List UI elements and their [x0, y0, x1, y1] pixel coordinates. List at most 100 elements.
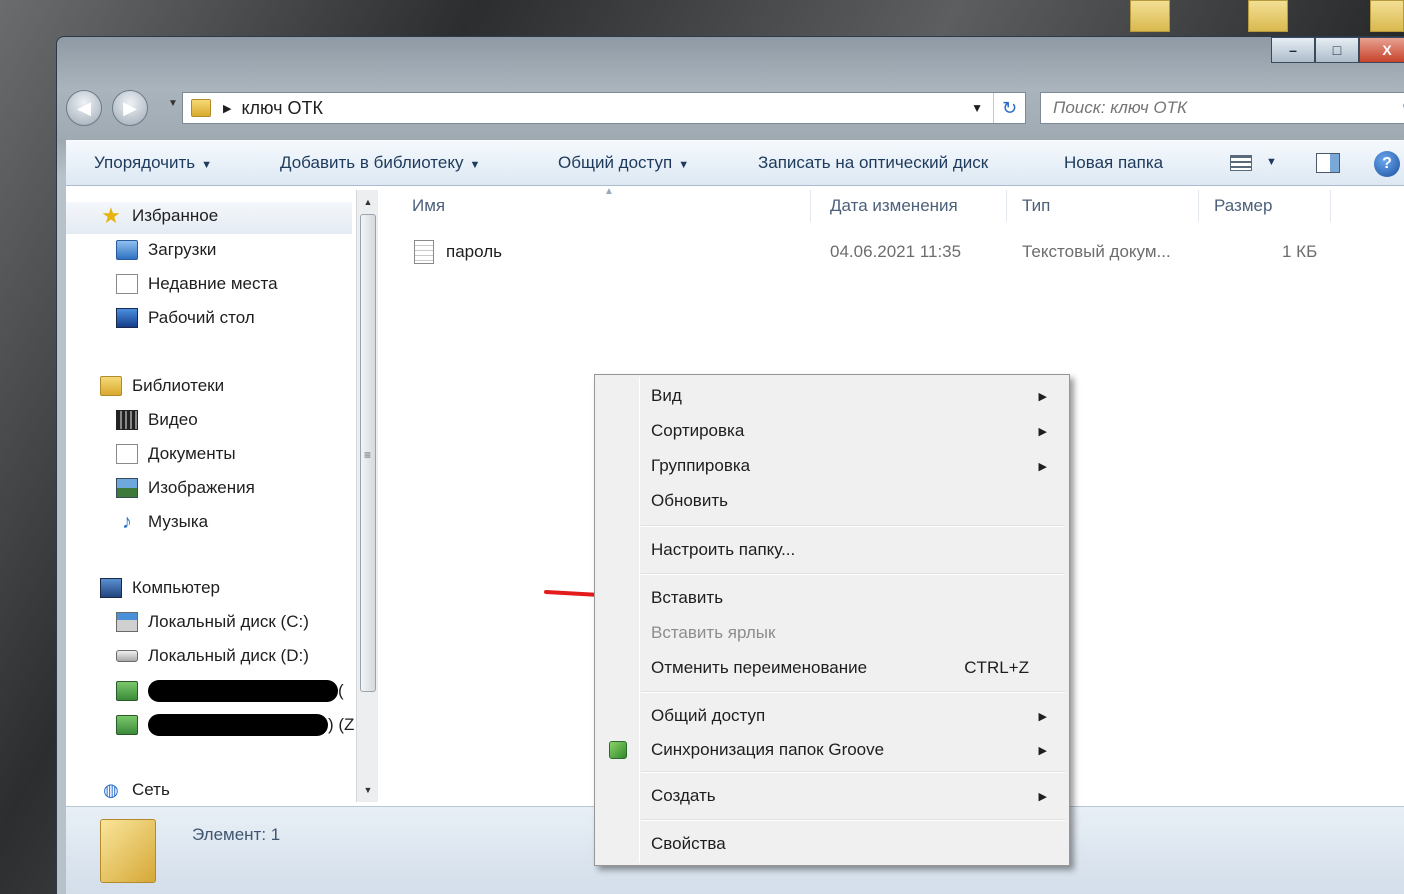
- nav-recent-places[interactable]: Недавние места: [116, 274, 278, 294]
- new-folder-button[interactable]: Новая папка: [1064, 153, 1163, 173]
- column-header-size[interactable]: Размер: [1214, 196, 1272, 216]
- text-file-icon: [414, 240, 434, 264]
- breadcrumb-current[interactable]: ключ ОТК: [241, 98, 323, 119]
- recent-places-icon: [116, 274, 138, 294]
- scroll-down-icon[interactable]: ▼: [357, 780, 379, 800]
- desktop-folder-icon[interactable]: [1130, 0, 1170, 32]
- chevron-down-icon[interactable]: ▼: [1266, 156, 1277, 168]
- menu-item-properties[interactable]: Свойства: [651, 829, 1063, 859]
- file-type: Текстовый докум...: [1022, 242, 1171, 261]
- context-menu: Вид ▶ Сортировка ▶ Группировка ▶ Обновит…: [594, 374, 1070, 866]
- nav-label-suffix: (: [338, 681, 344, 700]
- menu-item-share[interactable]: Общий доступ ▶: [651, 701, 1063, 731]
- drive-icon: [116, 612, 138, 632]
- search-box[interactable]: ⚲: [1040, 92, 1404, 124]
- minimize-button[interactable]: –: [1271, 37, 1315, 63]
- pictures-icon: [116, 478, 138, 498]
- menu-separator: [641, 691, 1065, 693]
- maximize-button[interactable]: □: [1315, 37, 1359, 63]
- address-dropdown-icon[interactable]: ▼: [965, 101, 989, 115]
- menu-item-label: Группировка: [651, 456, 751, 475]
- column-header-date[interactable]: Дата изменения: [830, 196, 958, 216]
- refresh-button[interactable]: ↻: [993, 93, 1025, 123]
- nav-network[interactable]: ◍ Сеть: [100, 780, 170, 800]
- nav-label: Локальный диск (D:): [148, 646, 309, 665]
- search-input[interactable]: [1053, 98, 1373, 118]
- downloads-icon: [116, 240, 138, 260]
- nav-label: Видео: [148, 410, 198, 429]
- submenu-arrow-icon: ▶: [1038, 425, 1047, 438]
- nav-label: Рабочий стол: [148, 308, 255, 327]
- documents-icon: [116, 444, 138, 464]
- nav-label-suffix: ) (Z: [328, 715, 355, 734]
- add-to-library-button[interactable]: Добавить в библиотеку ▼: [280, 153, 480, 173]
- menu-item-new[interactable]: Создать ▶: [651, 781, 1063, 811]
- address-bar[interactable]: ▶ ключ ОТК ▼ ↻: [182, 92, 1026, 124]
- menu-item-undo-rename[interactable]: Отменить переименование CTRL+Z: [651, 653, 1063, 683]
- menu-item-paste[interactable]: Вставить: [651, 583, 1063, 613]
- nav-videos[interactable]: Видео: [116, 410, 198, 430]
- column-separator[interactable]: [1006, 190, 1007, 222]
- menu-item-label: Создать: [651, 786, 716, 805]
- share-label: Общий доступ: [558, 153, 673, 172]
- desktop-folder-icon[interactable]: [1248, 0, 1288, 32]
- nav-network-drive-1[interactable]: (: [116, 680, 344, 702]
- file-size: 1 КБ: [1282, 242, 1318, 261]
- column-separator[interactable]: [810, 190, 811, 222]
- menu-separator: [641, 771, 1065, 773]
- burn-button[interactable]: Записать на оптический диск: [758, 153, 988, 173]
- organize-button[interactable]: Упорядочить ▼: [94, 153, 212, 173]
- network-drive-icon: [116, 681, 138, 701]
- nav-label: Загрузки: [148, 240, 217, 259]
- nav-label: Избранное: [132, 206, 219, 225]
- table-row[interactable]: пароль 04.06.2021 11:35 Текстовый докум.…: [380, 232, 1404, 266]
- arrow-left-icon: ◀: [77, 97, 91, 118]
- back-button[interactable]: ◀: [66, 90, 102, 126]
- scroll-up-icon[interactable]: ▲: [357, 192, 379, 212]
- forward-button[interactable]: ▶: [112, 90, 148, 126]
- nav-network-drive-2[interactable]: ) (Z: [116, 714, 354, 736]
- help-icon[interactable]: ?: [1374, 151, 1400, 177]
- column-separator[interactable]: [1330, 190, 1331, 222]
- nav-documents[interactable]: Документы: [116, 444, 236, 464]
- nav-label: Библиотеки: [132, 376, 225, 395]
- menu-item-customize-folder[interactable]: Настроить папку...: [651, 535, 1063, 565]
- recent-pages-dropdown[interactable]: ▼: [168, 98, 178, 109]
- arrow-right-icon: ▶: [123, 97, 137, 118]
- column-header-name[interactable]: Имя: [412, 196, 445, 216]
- groove-icon: [609, 741, 627, 759]
- menu-item-refresh[interactable]: Обновить: [651, 486, 1063, 516]
- nav-desktop[interactable]: Рабочий стол: [116, 308, 255, 328]
- menu-item-group[interactable]: Группировка ▶: [651, 451, 1063, 481]
- menu-item-label: Настроить папку...: [651, 540, 796, 559]
- chevron-down-icon: ▼: [678, 159, 690, 171]
- column-separator[interactable]: [1198, 190, 1199, 222]
- menu-item-sort[interactable]: Сортировка ▶: [651, 416, 1063, 446]
- menu-item-label: Вставить ярлык: [651, 623, 776, 642]
- nav-pane-scrollbar[interactable]: ▲ ≡ ▼: [356, 190, 378, 802]
- file-name[interactable]: пароль: [446, 242, 502, 262]
- nav-label: Компьютер: [132, 578, 220, 597]
- nav-computer[interactable]: Компьютер: [100, 578, 220, 598]
- desktop-folder-icon[interactable]: [1370, 0, 1404, 32]
- nav-music[interactable]: ♪ Музыка: [116, 511, 209, 533]
- preview-pane-icon[interactable]: [1316, 153, 1340, 173]
- nav-pictures[interactable]: Изображения: [116, 478, 255, 498]
- nav-libraries[interactable]: Библиотеки: [100, 376, 224, 396]
- menu-item-view[interactable]: Вид ▶: [651, 381, 1063, 411]
- menu-item-label: Общий доступ: [651, 706, 766, 725]
- menu-item-groove-sync[interactable]: Синхронизация папок Groove ▶: [651, 735, 1063, 765]
- column-header-type[interactable]: Тип: [1022, 196, 1050, 216]
- menu-gutter: [639, 377, 640, 863]
- view-options-icon[interactable]: [1230, 155, 1252, 171]
- libraries-icon: [100, 376, 122, 396]
- share-button[interactable]: Общий доступ ▼: [558, 153, 689, 173]
- redacted-label: [148, 714, 328, 736]
- nav-drive-d[interactable]: Локальный диск (D:): [116, 646, 309, 666]
- breadcrumb-arrow-icon[interactable]: ▶: [223, 102, 231, 115]
- nav-drive-c[interactable]: Локальный диск (C:): [116, 612, 309, 632]
- close-button[interactable]: X: [1359, 37, 1404, 63]
- nav-favorites[interactable]: ★ Избранное: [100, 203, 219, 228]
- nav-downloads[interactable]: Загрузки: [116, 240, 216, 260]
- nav-label: Музыка: [148, 512, 209, 531]
